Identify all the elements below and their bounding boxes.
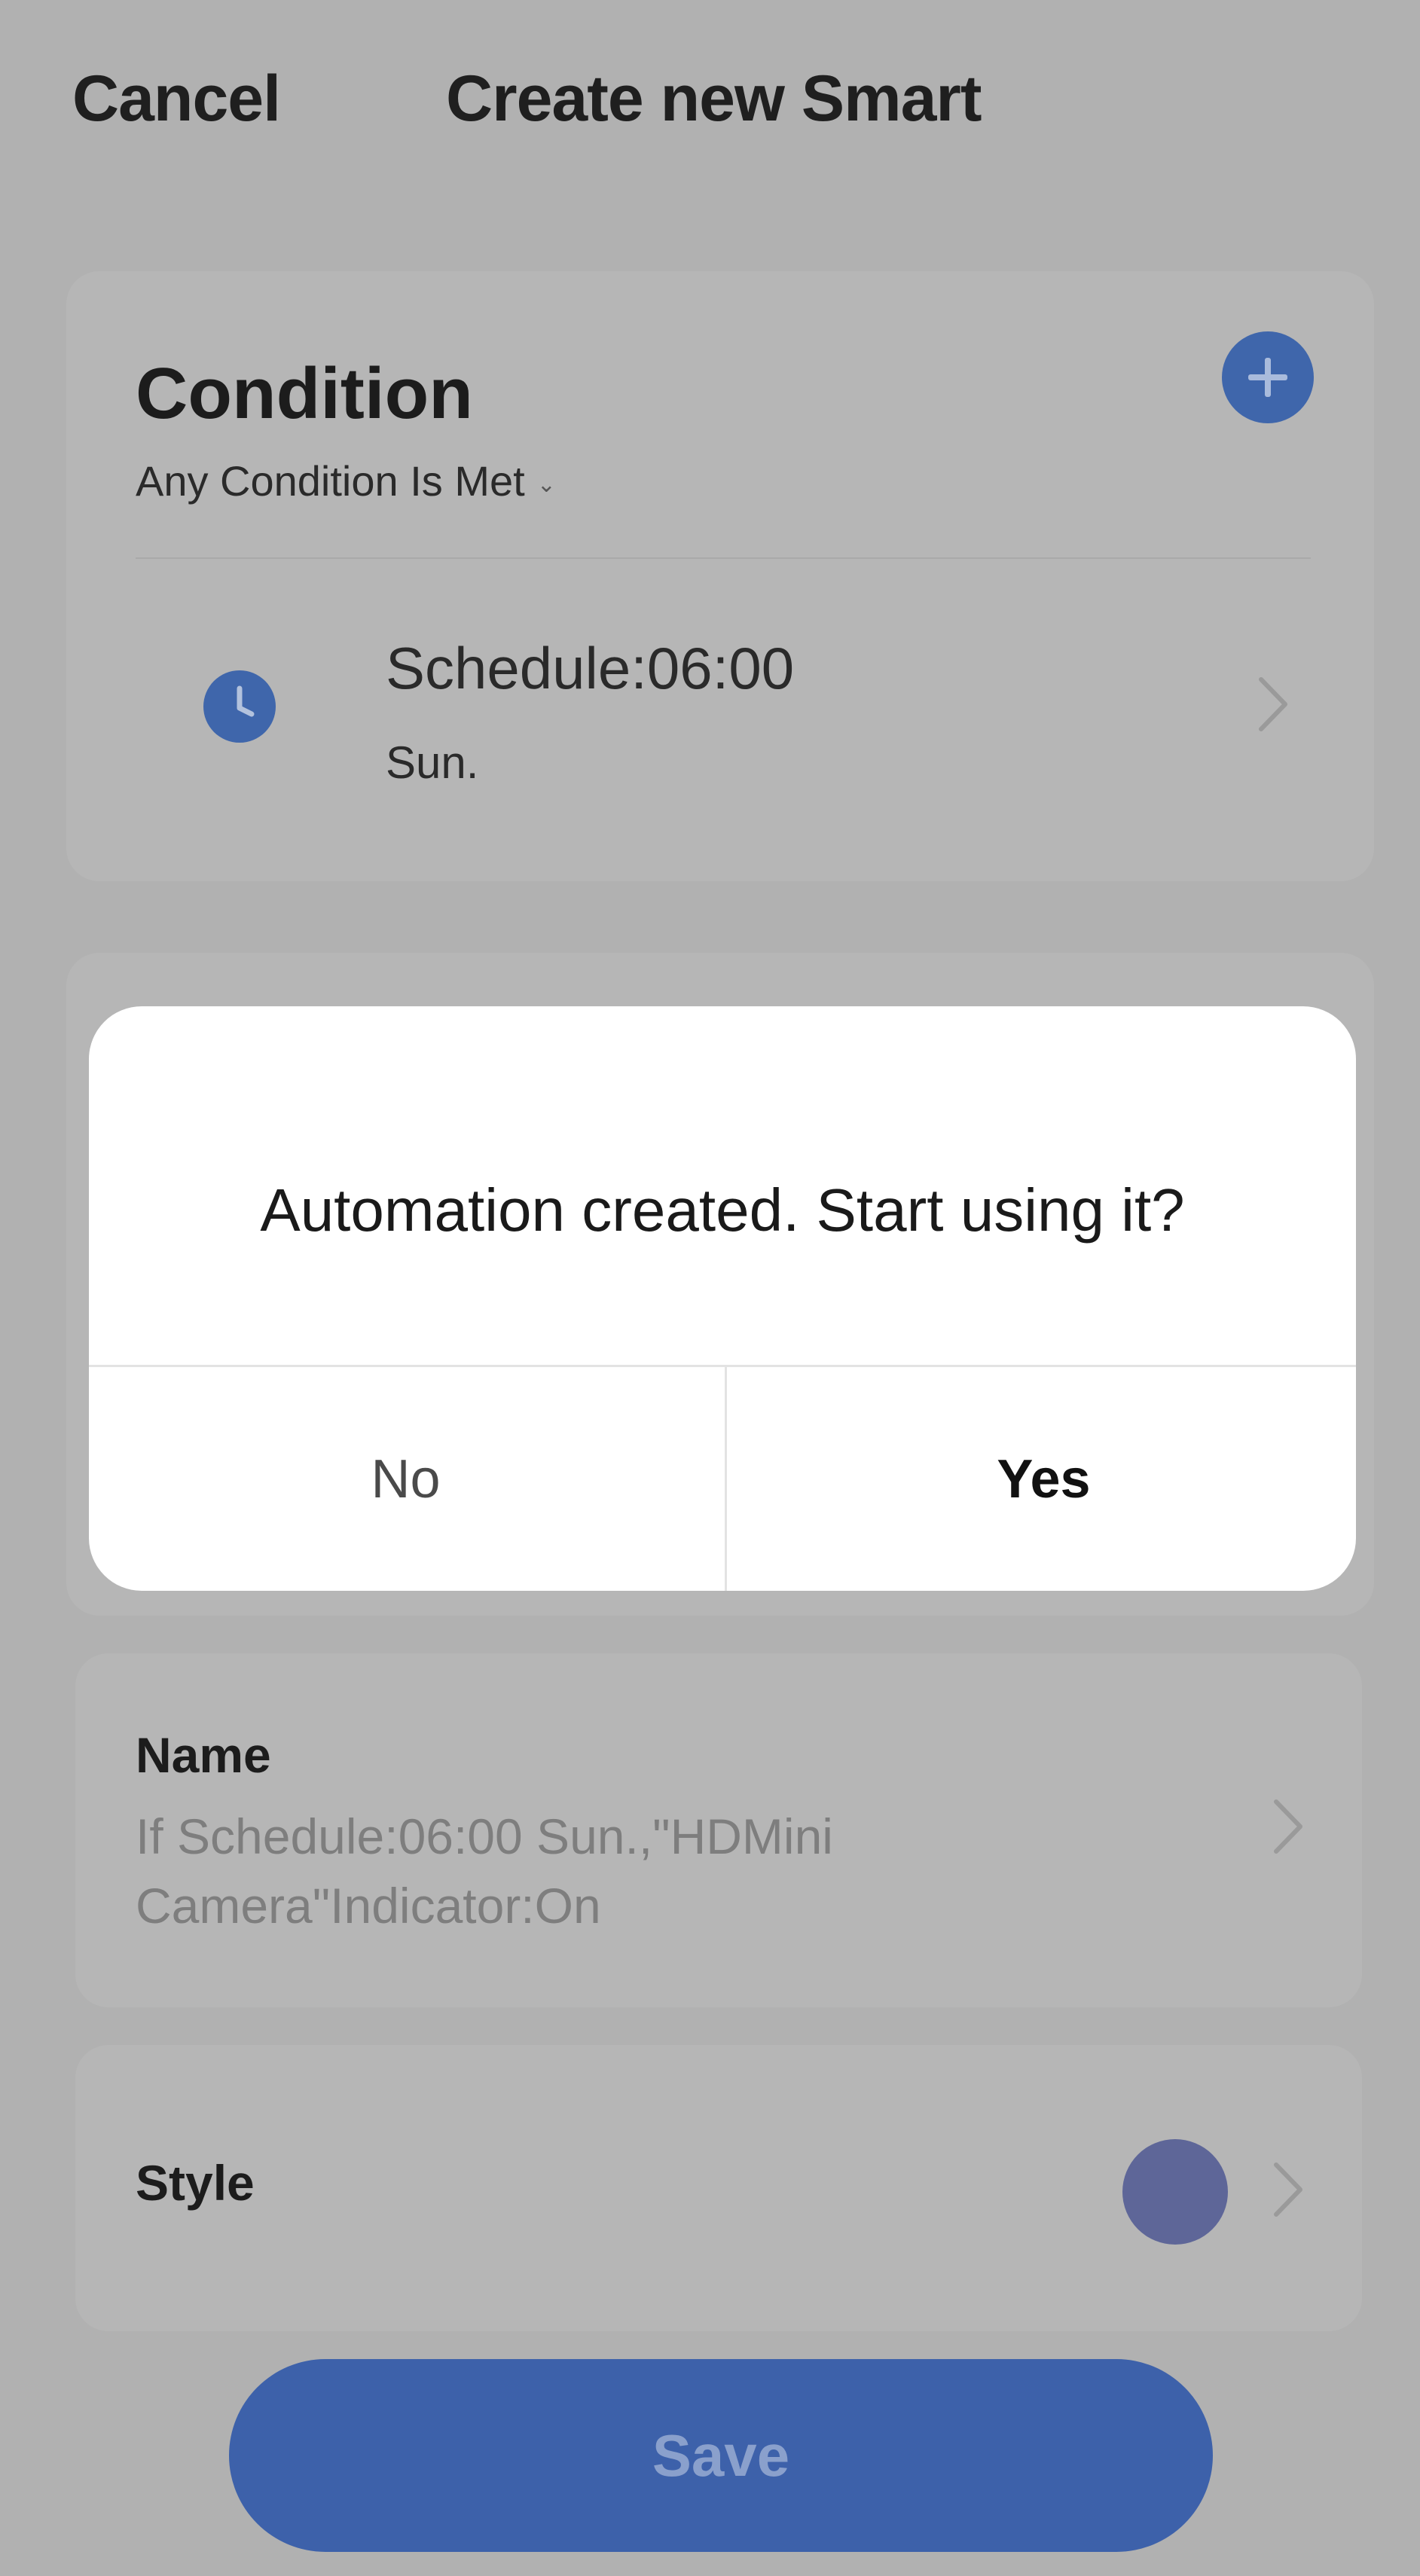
name-label: Name <box>136 1727 271 1783</box>
name-value: If Schedule:06:00 Sun.,"HDMini Camera"In… <box>136 1808 833 1934</box>
style-label: Style <box>136 2155 255 2211</box>
cancel-button[interactable]: Cancel <box>72 62 281 136</box>
confirm-dialog: Automation created. Start using it? No Y… <box>89 1006 1356 1591</box>
condition-mode-label: Any Condition Is Met <box>136 457 525 505</box>
plus-icon <box>1248 358 1287 397</box>
clock-icon <box>203 670 276 743</box>
chevron-right-icon <box>1274 2162 1302 2217</box>
chevron-right-icon <box>1259 677 1287 731</box>
condition-title: Condition <box>136 353 473 434</box>
dialog-yes-button[interactable]: Yes <box>727 1367 1356 1591</box>
save-button[interactable]: Save <box>229 2359 1213 2552</box>
condition-mode-selector[interactable]: Any Condition Is Met ⌄ <box>136 456 556 505</box>
condition-divider <box>136 557 1311 559</box>
create-smart-screen: Cancel Create new Smart Condition Any Co… <box>0 0 1420 2576</box>
style-color-swatch <box>1122 2139 1228 2245</box>
dialog-no-button[interactable]: No <box>89 1367 722 1591</box>
schedule-title: Schedule:06:00 <box>386 635 795 701</box>
dialog-message: Automation created. Start using it? <box>260 1177 1185 1244</box>
page-title: Create new Smart <box>446 63 982 135</box>
chevron-right-icon <box>1274 1799 1302 1854</box>
add-condition-button[interactable] <box>1222 331 1314 423</box>
schedule-day: Sun. <box>386 737 479 788</box>
chevron-down-icon: ⌄ <box>536 472 556 497</box>
